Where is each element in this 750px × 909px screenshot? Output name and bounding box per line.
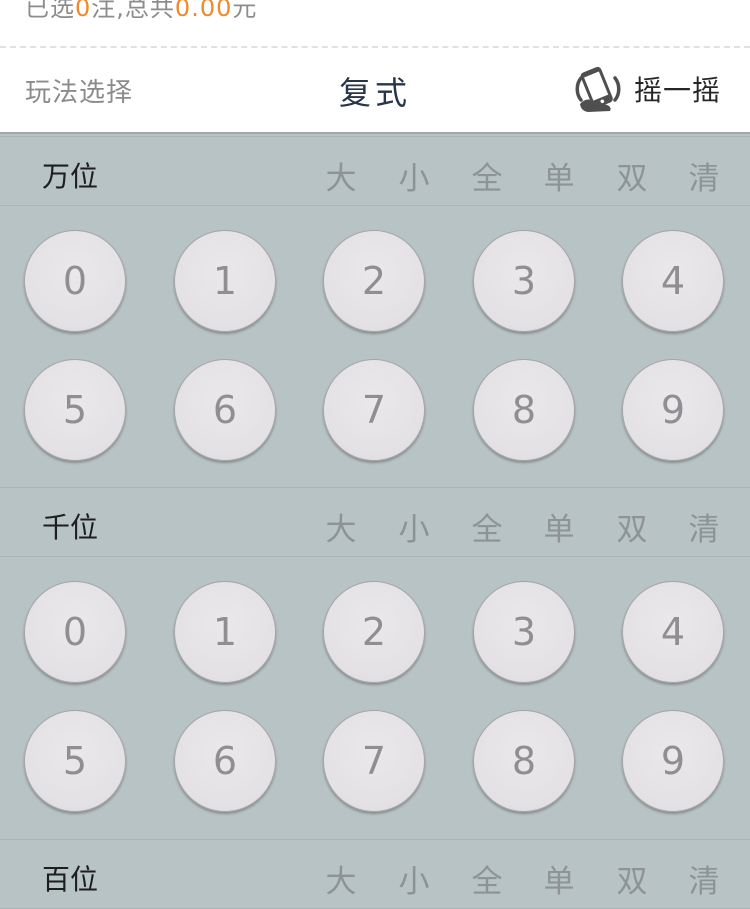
- quick-select-button[interactable]: 小: [394, 153, 434, 198]
- quick-select-group: 大小全单双清: [0, 840, 750, 908]
- number-ball-wan-7[interactable]: 7: [323, 359, 425, 461]
- shake-label: 摇一摇: [634, 74, 722, 107]
- bet-count: 0: [75, 0, 92, 22]
- summary-suffix: 元: [232, 0, 258, 22]
- number-ball-wan-8[interactable]: 8: [473, 359, 575, 461]
- number-ball-wan-9[interactable]: 9: [622, 359, 724, 461]
- number-ball-qian-5[interactable]: 5: [24, 710, 126, 812]
- phone-shake-icon: [575, 66, 621, 112]
- quick-select-button[interactable]: 双: [612, 153, 652, 198]
- quick-select-button[interactable]: 全: [467, 856, 507, 901]
- quick-select-button[interactable]: 清: [684, 153, 724, 198]
- quick-select-button[interactable]: 全: [467, 153, 507, 198]
- number-ball-qian-0[interactable]: 0: [24, 581, 126, 683]
- number-ball-wan-6[interactable]: 6: [174, 359, 276, 461]
- position-header-qian: 千位大小全单双清: [0, 487, 750, 557]
- quick-select-button[interactable]: 双: [612, 856, 652, 901]
- selection-summary: 已选0注,总共0.00元: [0, 0, 750, 48]
- number-ball-qian-3[interactable]: 3: [473, 581, 575, 683]
- quick-select-button[interactable]: 大: [321, 504, 361, 549]
- quick-select-button[interactable]: 全: [467, 504, 507, 549]
- quick-select-button[interactable]: 单: [539, 153, 579, 198]
- quick-select-button[interactable]: 大: [321, 856, 361, 901]
- number-ball-wan-1[interactable]: 1: [174, 230, 276, 332]
- quick-select-button[interactable]: 小: [394, 856, 434, 901]
- total-amount: 0.00: [174, 0, 233, 22]
- quick-select-button[interactable]: 大: [321, 153, 361, 198]
- number-ball-wan-4[interactable]: 4: [622, 230, 724, 332]
- quick-select-button[interactable]: 单: [539, 856, 579, 901]
- quick-select-button[interactable]: 双: [612, 504, 652, 549]
- number-ball-qian-9[interactable]: 9: [622, 710, 724, 812]
- position-header-bai: 百位大小全单双清: [0, 839, 750, 909]
- quick-select-button[interactable]: 单: [539, 504, 579, 549]
- number-ball-wan-2[interactable]: 2: [323, 230, 425, 332]
- summary-prefix: 已选: [25, 0, 75, 22]
- number-ball-wan-3[interactable]: 3: [473, 230, 575, 332]
- position-header-wan: 万位大小全单双清: [0, 136, 750, 206]
- quick-select-button[interactable]: 小: [394, 504, 434, 549]
- summary-middle: 注,总共: [91, 0, 175, 22]
- number-ball-qian-7[interactable]: 7: [323, 710, 425, 812]
- play-select-button[interactable]: 玩法选择: [25, 72, 133, 109]
- number-ball-qian-4[interactable]: 4: [622, 581, 724, 683]
- number-ball-wan-5[interactable]: 5: [24, 359, 126, 461]
- number-ball-wan-0[interactable]: 0: [24, 230, 126, 332]
- shake-button[interactable]: 摇一摇: [572, 64, 721, 114]
- quick-select-group: 大小全单双清: [0, 488, 750, 556]
- number-ball-qian-1[interactable]: 1: [174, 581, 276, 683]
- summary-text: 已选0注,总共0.00元: [25, 0, 257, 23]
- number-ball-qian-2[interactable]: 2: [323, 581, 425, 683]
- number-ball-qian-6[interactable]: 6: [174, 710, 276, 812]
- quick-select-button[interactable]: 清: [684, 504, 724, 549]
- quick-select-button[interactable]: 清: [684, 856, 724, 901]
- quick-select-group: 大小全单双清: [0, 137, 750, 205]
- number-ball-qian-8[interactable]: 8: [473, 710, 575, 812]
- play-header: 玩法选择 复式 摇一摇: [0, 48, 750, 134]
